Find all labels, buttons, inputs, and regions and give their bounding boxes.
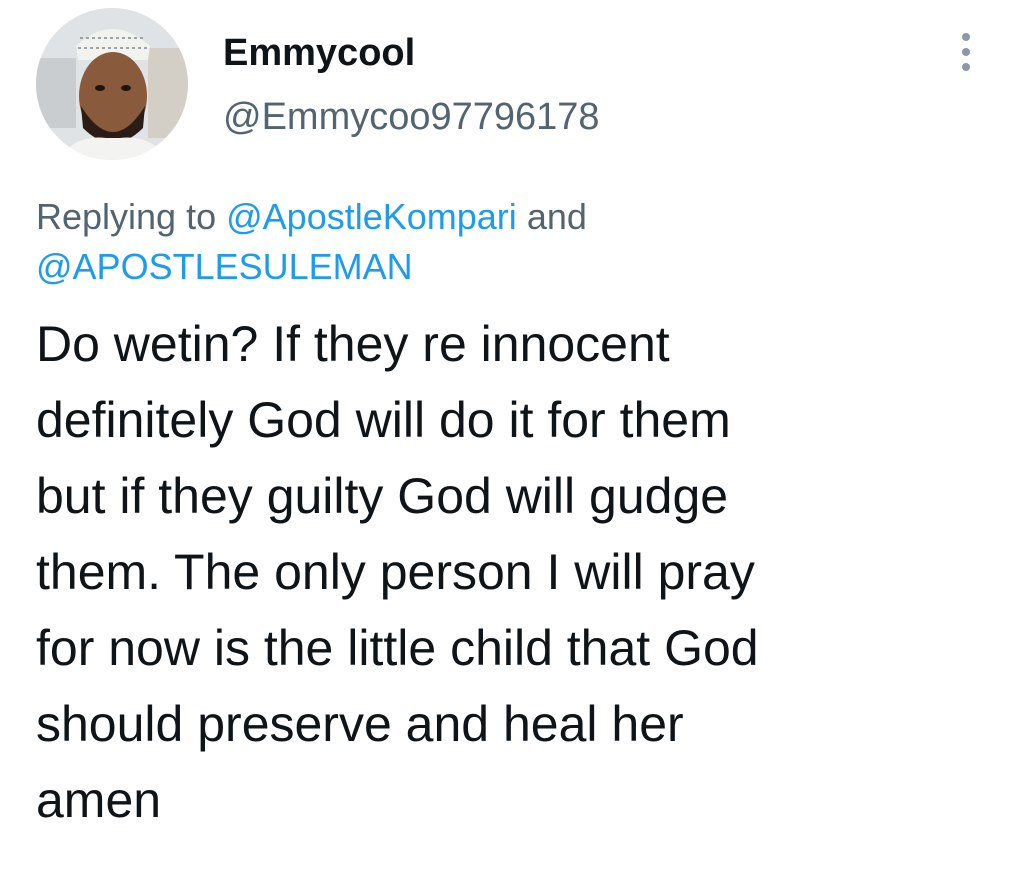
avatar-image [36, 8, 188, 160]
tweet-text-line: should preserve and heal her [36, 696, 684, 752]
tweet-text-line: amen [36, 772, 162, 828]
replying-to: Replying to @ApostleKompari and @APOSTLE… [36, 192, 936, 292]
tweet-text-line: for now is the little child that God [36, 620, 759, 676]
display-name[interactable]: Emmycool [223, 30, 415, 76]
avatar[interactable] [36, 8, 188, 160]
tweet-text-line: them. The only person I will pray [36, 544, 755, 600]
replying-to-label: Replying to [36, 196, 217, 237]
tweet-card: Emmycool @Emmycoo97796178 Replying to @A… [0, 0, 1024, 871]
user-handle[interactable]: @Emmycoo97796178 [223, 94, 600, 140]
replying-to-connector: and [526, 196, 587, 237]
tweet-text: Do wetin? If they re innocent definitely… [36, 306, 996, 838]
tweet-text-line: but if they guilty God will gudge [36, 468, 729, 524]
more-options-icon[interactable] [948, 30, 984, 74]
tweet-text-line: Do wetin? If they re innocent [36, 316, 670, 372]
tweet-text-line: definitely God will do it for them [36, 392, 731, 448]
mention-link[interactable]: @ApostleKompari [226, 196, 517, 237]
mention-link[interactable]: @APOSTLESULEMAN [36, 246, 413, 287]
